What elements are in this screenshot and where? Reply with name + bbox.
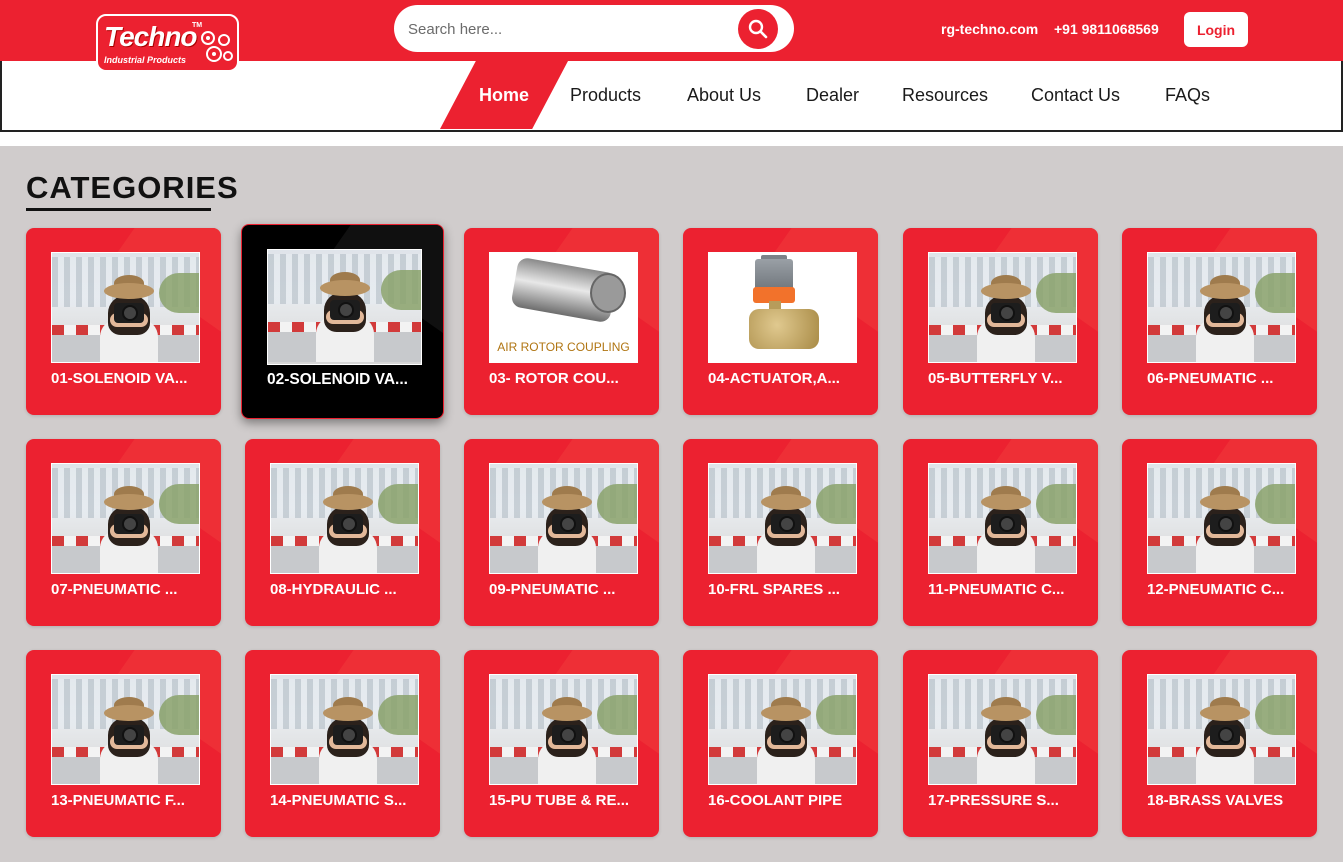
woman-camera-photo (709, 675, 856, 784)
category-card[interactable]: 11-PNEUMATIC C... (903, 439, 1098, 626)
category-card[interactable]: 02-SOLENOID VA... (241, 224, 444, 419)
category-card[interactable]: 04-ACTUATOR,A... (683, 228, 878, 415)
category-label: 17-PRESSURE S... (928, 792, 1059, 809)
nav-contact-us[interactable]: Contact Us (1031, 85, 1120, 106)
category-image (267, 249, 422, 365)
category-card[interactable]: 15-PU TUBE & RE... (464, 650, 659, 837)
category-image (928, 674, 1077, 785)
category-card[interactable]: 12-PNEUMATIC C... (1122, 439, 1317, 626)
phone-link[interactable]: +91 9811068569 (1054, 21, 1159, 37)
search-input[interactable] (408, 17, 728, 41)
nav-dealer[interactable]: Dealer (806, 85, 859, 106)
category-label: 03- ROTOR COU... (489, 370, 619, 387)
category-label: 15-PU TUBE & RE... (489, 792, 630, 809)
category-image (51, 252, 200, 363)
woman-camera-photo (52, 253, 199, 362)
nav-resources[interactable]: Resources (902, 85, 988, 106)
category-label: 12-PNEUMATIC C... (1147, 581, 1285, 598)
logo-text: Techno (104, 21, 198, 52)
category-card[interactable]: 14-PNEUMATIC S... (245, 650, 440, 837)
category-card[interactable]: 17-PRESSURE S... (903, 650, 1098, 837)
woman-camera-photo (490, 675, 637, 784)
category-image (270, 674, 419, 785)
category-label: 10-FRL SPARES ... (708, 581, 840, 598)
search-button[interactable] (738, 9, 778, 49)
woman-camera-photo (271, 464, 418, 573)
category-label: 14-PNEUMATIC S... (270, 792, 407, 809)
category-label: 06-PNEUMATIC ... (1147, 370, 1274, 387)
category-label: 11-PNEUMATIC C... (928, 581, 1065, 598)
category-label: 02-SOLENOID VA... (267, 371, 408, 388)
search-icon (748, 19, 768, 39)
woman-camera-photo (52, 464, 199, 573)
website-link[interactable]: rg-techno.com (941, 21, 1038, 37)
category-label: 08-HYDRAULIC ... (270, 581, 397, 598)
category-card[interactable]: 07-PNEUMATIC ... (26, 439, 221, 626)
login-button[interactable]: Login (1184, 12, 1248, 47)
category-card[interactable]: 06-PNEUMATIC ... (1122, 228, 1317, 415)
category-image (489, 674, 638, 785)
nav-about-us[interactable]: About Us (687, 85, 761, 106)
woman-camera-photo (268, 250, 421, 364)
category-image (1147, 252, 1296, 363)
category-card[interactable]: 09-PNEUMATIC ... (464, 439, 659, 626)
nav-spacer (0, 132, 1343, 146)
actuator-valve-image (709, 253, 856, 362)
category-label: 13-PNEUMATIC F... (51, 792, 185, 809)
woman-camera-photo (1148, 464, 1295, 573)
category-card[interactable]: 01-SOLENOID VA... (26, 228, 221, 415)
category-image (928, 252, 1077, 363)
nav-products[interactable]: Products (570, 85, 641, 106)
category-label: 07-PNEUMATIC ... (51, 581, 178, 598)
logo-tagline: Industrial Products (104, 55, 187, 65)
category-image (51, 674, 200, 785)
category-image (928, 463, 1077, 574)
category-image: AIR ROTOR COUPLING (489, 252, 638, 363)
woman-camera-photo (709, 464, 856, 573)
woman-camera-photo (271, 675, 418, 784)
category-label: 16-COOLANT PIPE (708, 792, 843, 809)
heading-underline (26, 208, 211, 211)
category-label: 04-ACTUATOR,A... (708, 370, 840, 387)
categories-heading: CATEGORIES (26, 170, 239, 205)
category-label: 18-BRASS VALVES (1147, 792, 1284, 809)
category-label: 05-BUTTERFLY V... (928, 370, 1063, 387)
category-card[interactable]: AIR ROTOR COUPLING 03- ROTOR COU... (464, 228, 659, 415)
woman-camera-photo (929, 675, 1076, 784)
category-label: 09-PNEUMATIC ... (489, 581, 616, 598)
category-image (489, 463, 638, 574)
gears-icon (201, 31, 233, 62)
image-caption: AIR ROTOR COUPLING (497, 340, 630, 354)
search-bar (394, 5, 794, 52)
category-card[interactable]: 18-BRASS VALVES (1122, 650, 1317, 837)
rotor-coupling-image: AIR ROTOR COUPLING (490, 253, 637, 362)
category-image (708, 463, 857, 574)
woman-camera-photo (490, 464, 637, 573)
category-card[interactable]: 16-COOLANT PIPE (683, 650, 878, 837)
woman-camera-photo (929, 464, 1076, 573)
category-image (708, 252, 857, 363)
category-image (708, 674, 857, 785)
category-image (51, 463, 200, 574)
category-card[interactable]: 13-PNEUMATIC F... (26, 650, 221, 837)
woman-camera-photo (1148, 253, 1295, 362)
logo[interactable]: Techno TM Industrial Products (96, 14, 239, 72)
nav-faqs[interactable]: FAQs (1165, 85, 1210, 106)
woman-camera-photo (1148, 675, 1295, 784)
woman-camera-photo (929, 253, 1076, 362)
category-image (1147, 674, 1296, 785)
category-image (270, 463, 419, 574)
category-image (1147, 463, 1296, 574)
category-card[interactable]: 05-BUTTERFLY V... (903, 228, 1098, 415)
woman-camera-photo (52, 675, 199, 784)
category-card[interactable]: 08-HYDRAULIC ... (245, 439, 440, 626)
category-card[interactable]: 10-FRL SPARES ... (683, 439, 878, 626)
nav-home[interactable]: Home (479, 85, 529, 106)
category-label: 01-SOLENOID VA... (51, 370, 188, 387)
